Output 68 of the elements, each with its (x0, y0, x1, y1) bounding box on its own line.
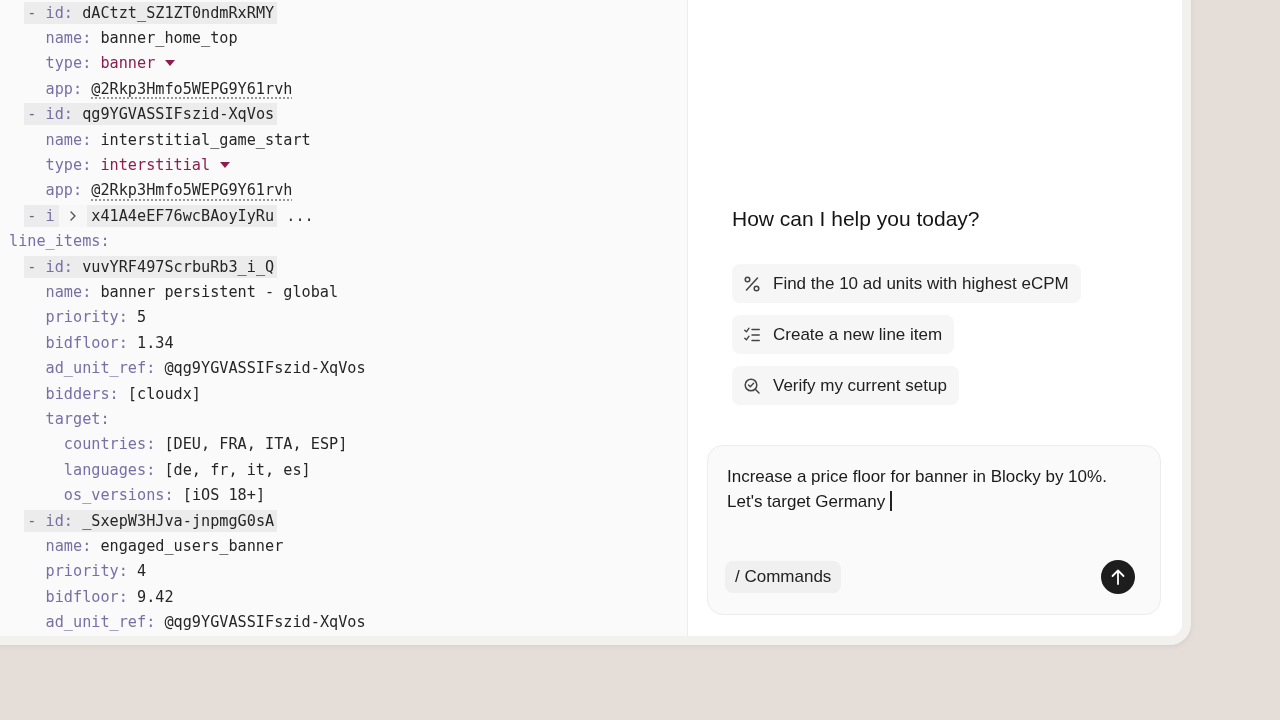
yaml-value: x41A4eEF76wcBAoyIyRu (91, 206, 275, 225)
reference-link[interactable]: @2Rkp3Hmfo5WEPG9Y61rvh (91, 181, 293, 200)
yaml-value: engaged_users_banner (100, 536, 284, 555)
yaml-key: line_items: (9, 232, 110, 251)
reference-link[interactable]: @2Rkp3Hmfo5WEPG9Y61rvh (91, 79, 293, 98)
yaml-value: 1.34 (137, 333, 174, 352)
yaml-key: id: (45, 511, 73, 530)
yaml-value: @qg9YGVASSIFszid-XqVos (164, 359, 366, 378)
list-dash: - (27, 206, 37, 225)
percent-icon (744, 275, 760, 292)
yaml-value: qg9YGVASSIFszid-XqVos (82, 105, 275, 124)
chevron-right-icon (70, 210, 76, 221)
yaml-key: i (45, 206, 55, 225)
list-dash: - (27, 3, 37, 22)
yaml-value: [de, fr, it, es] (164, 460, 311, 479)
type-dropdown[interactable]: banner (100, 54, 176, 73)
yaml-value: 4 (137, 562, 147, 581)
yaml-value: banner persistent - global (100, 283, 339, 301)
more-indicator: ... (286, 206, 314, 225)
suggestion-chip[interactable]: Verify my current setup (732, 366, 959, 405)
yaml-key: type: (45, 54, 92, 73)
yaml-key: countries: (63, 435, 156, 454)
yaml-key: ad_unit_ref: (45, 613, 156, 632)
magnifier-check-icon (744, 377, 760, 394)
yaml-key: id: (45, 3, 73, 22)
arrow-up-icon (1111, 569, 1125, 585)
yaml-value: dACtzt_SZ1ZT0ndmRxRMY (82, 3, 275, 22)
suggestion-chip[interactable]: Create a new line item (732, 315, 955, 354)
caret-icon (220, 162, 231, 169)
yaml-key: os_versions: (63, 486, 174, 505)
list-dash: - (27, 511, 37, 530)
yaml-key: bidders: (45, 384, 119, 403)
greeting-heading: How can I help you today? (732, 206, 981, 232)
suggestion-chip[interactable]: Find the 10 ad units with highest eCPM (732, 264, 1081, 303)
yaml-key: target: (45, 409, 110, 428)
yaml-value: interstitial_game_start (100, 130, 311, 149)
yaml-key: name: (45, 130, 92, 149)
yaml-key: name: (45, 283, 92, 301)
type-dropdown[interactable]: interstitial (100, 156, 231, 175)
yaml-key: priority: (45, 562, 128, 581)
yaml-key: priority: (45, 308, 128, 327)
yaml-key: ad_unit_ref: (45, 359, 156, 378)
yaml-key: languages: (63, 460, 156, 479)
yaml-key: type: (45, 156, 92, 175)
yaml-key: id: (45, 257, 73, 276)
yaml-key: bidfloor: (45, 333, 128, 352)
send-button[interactable] (1101, 560, 1135, 594)
yaml-value: [DEU, FRA, ITA, ESP] (164, 435, 348, 454)
commands-button[interactable]: / Commands (725, 561, 842, 593)
yaml-value: @qg9YGVASSIFszid-XqVos (164, 613, 366, 632)
caret-icon (165, 60, 176, 67)
message-input[interactable]: Increase a price floor for banner in Blocky by 10%. Let's target Germany (727, 464, 1122, 514)
yaml-key: app: (45, 181, 83, 200)
yaml-key: name: (45, 29, 92, 48)
yaml-value: vuvYRF497ScrbuRb3_i_Q (82, 257, 275, 276)
yaml-key: name: (45, 536, 92, 555)
yaml-key: bidfloor: (45, 587, 128, 606)
yaml-value: [iOS 18+] (182, 486, 266, 505)
yaml-key: app: (45, 79, 83, 98)
yaml-value: 9.42 (137, 587, 174, 606)
yaml-key: id: (45, 105, 73, 124)
yaml-value: 5 (137, 308, 147, 327)
list-dash: - (27, 105, 37, 124)
yaml-value: _SxepW3HJva-jnpmgG0sA (82, 511, 275, 530)
yaml-value: [cloudx] (127, 384, 201, 403)
yaml-value: banner_home_top (100, 29, 238, 48)
checklist-icon (744, 326, 760, 343)
list-dash: - (27, 257, 37, 276)
